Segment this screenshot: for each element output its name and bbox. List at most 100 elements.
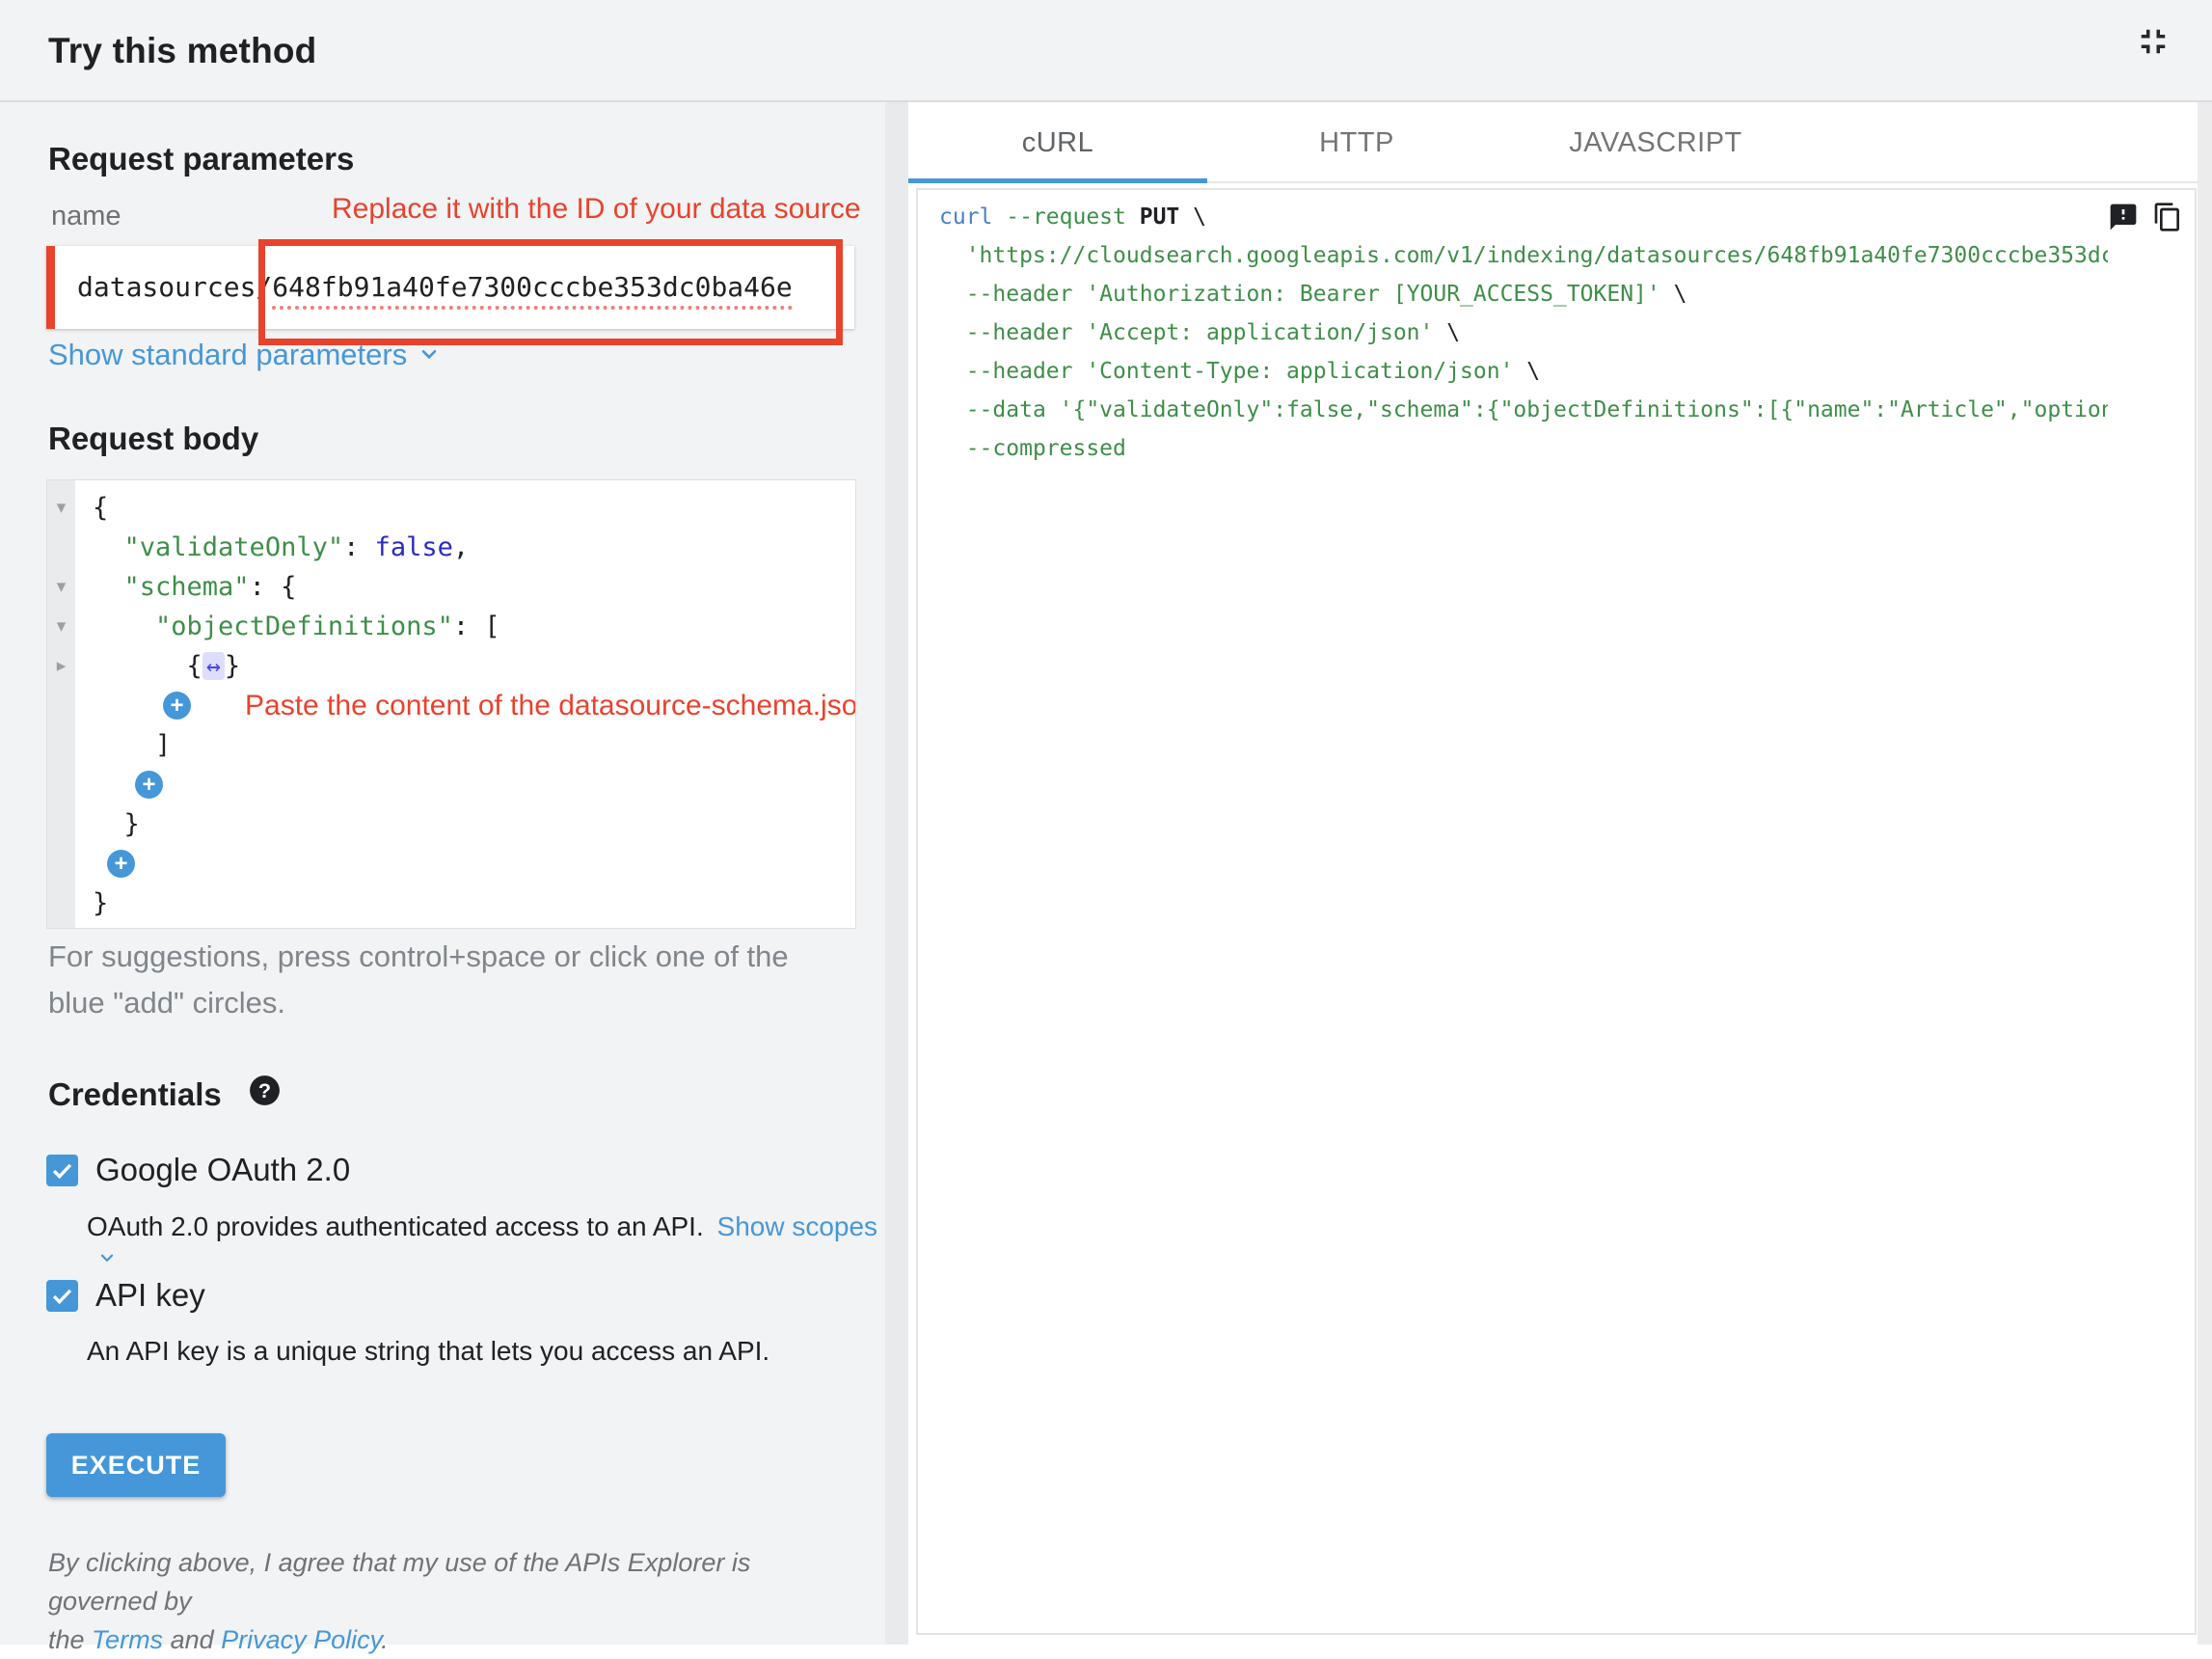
execute-button[interactable]: EXECUTE [46, 1433, 226, 1497]
editor-line-content: ] [75, 730, 171, 760]
tab-http[interactable]: HTTP [1207, 102, 1506, 183]
editor-line: "validateOnly": false, [47, 528, 855, 567]
active-tab-indicator [908, 178, 1207, 183]
editor-line: + [47, 844, 855, 884]
editor-line: + [47, 765, 855, 804]
terms-text: By clicking above, I agree that my use o… [48, 1543, 849, 1659]
editor-line-content: + [75, 771, 163, 799]
editor-line: ▾{ [47, 488, 855, 528]
value-datasource-id: 648fb91a40fe7300cccbe353dc0ba46e [272, 271, 792, 310]
datasource-id-annotation: Replace it with the ID of your data sour… [332, 193, 861, 226]
terms-prefix: the [48, 1625, 92, 1654]
fold-closed-icon[interactable]: ▸ [47, 646, 75, 686]
code-toolbar [2108, 202, 2183, 232]
code-line: curl --request PUT \ [939, 198, 2108, 236]
fullscreen-exit-icon [2133, 50, 2173, 65]
panel-scrollbar[interactable] [885, 102, 908, 1645]
editor-line-content: { [75, 493, 108, 523]
credentials-heading: Credentials ? [48, 1073, 283, 1116]
oauth-label: Google OAuth 2.0 [95, 1152, 350, 1188]
api-key-description: An API key is a unique string that lets … [87, 1336, 769, 1367]
request-panel: Request parameters Replace it with the I… [0, 102, 908, 1645]
api-key-checkbox[interactable] [46, 1280, 78, 1312]
code-line: 'https://cloudsearch.googleapis.com/v1/i… [939, 236, 2108, 275]
show-standard-parameters-link[interactable]: Show standard parameters [48, 338, 442, 374]
dialog-title: Try this method [48, 31, 316, 71]
editor-line-content: {↔} [75, 651, 240, 681]
editor-hint: For suggestions, press control+space or … [48, 934, 789, 1026]
terms-line2: the Terms and Privacy Policy. [48, 1620, 849, 1659]
paste-schema-annotation: Paste the content of the datasource-sche… [245, 690, 856, 722]
add-circle-button[interactable]: + [163, 692, 191, 720]
json-editor-lines: ▾{ "validateOnly": false,▾ "schema": {▾ … [47, 488, 855, 923]
code-line: --header 'Accept: application/json' \ [939, 313, 2108, 352]
help-icon[interactable]: ? [247, 1073, 283, 1116]
tab-javascript[interactable]: JAVASCRIPT [1506, 102, 1805, 183]
editor-line-content: "schema": { [75, 572, 296, 602]
editor-line: ▾ "schema": { [47, 567, 855, 607]
feedback-icon [2108, 221, 2139, 235]
name-parameter-input[interactable]: datasources/648fb91a40fe7300cccbe353dc0b… [46, 246, 854, 329]
editor-line-content: "validateOnly": false, [75, 532, 469, 562]
editor-line: ▸ {↔} [47, 646, 855, 686]
checkmark-icon [49, 1157, 75, 1183]
tab-bar: cURLHTTPJAVASCRIPT [908, 102, 2212, 183]
tab-curl[interactable]: cURL [908, 102, 1207, 183]
fold-open-icon[interactable]: ▾ [47, 567, 75, 607]
fold-open-icon[interactable]: ▾ [47, 488, 75, 528]
name-parameter-label: name [51, 201, 121, 232]
credentials-heading-label: Credentials [48, 1076, 222, 1113]
copy-button[interactable] [2152, 202, 2183, 232]
editor-line-content: + Paste the content of the datasource-sch… [75, 690, 856, 722]
add-circle-button[interactable]: + [135, 771, 163, 799]
editor-line: } [47, 884, 855, 923]
editor-line: } [47, 804, 855, 844]
editor-line-content: } [75, 809, 140, 839]
code-line: --compressed [939, 429, 2108, 468]
page-scrollbar[interactable] [2198, 102, 2212, 1645]
chevron-down-icon [96, 1244, 118, 1275]
editor-line: + Paste the content of the datasource-sch… [47, 686, 855, 725]
terms-suffix: . [381, 1625, 389, 1654]
oauth-credential-row: Google OAuth 2.0 [46, 1152, 350, 1188]
dialog-header: Try this method [0, 0, 2212, 102]
terms-line1: By clicking above, I agree that my use o… [48, 1543, 849, 1620]
code-line: --header 'Content-Type: application/json… [939, 352, 2108, 391]
input-error-bar [46, 246, 55, 329]
editor-line-content: + [75, 850, 135, 878]
fold-open-icon[interactable]: ▾ [47, 607, 75, 646]
oauth-checkbox[interactable] [46, 1155, 78, 1186]
editor-hint-line2: blue "add" circles. [48, 980, 789, 1026]
feedback-button[interactable] [2108, 202, 2139, 232]
add-circle-button[interactable]: + [107, 850, 135, 878]
svg-text:?: ? [258, 1078, 271, 1102]
show-scopes-label: Show scopes [717, 1211, 878, 1241]
terms-link[interactable]: Terms [92, 1625, 163, 1654]
editor-line-content: "objectDefinitions": [ [75, 612, 500, 641]
code-line: --data '{"validateOnly":false,"schema":{… [939, 391, 2108, 429]
editor-line-content: } [75, 888, 108, 918]
curl-code: curl --request PUT \ 'https://cloudsearc… [939, 198, 2108, 468]
oauth-description-text: OAuth 2.0 provides authenticated access … [87, 1211, 704, 1241]
editor-line: ▾ "objectDefinitions": [ [47, 607, 855, 646]
oauth-description: OAuth 2.0 provides authenticated access … [87, 1211, 908, 1275]
code-line: --header 'Authorization: Bearer [YOUR_AC… [939, 275, 2108, 313]
apis-explorer-try-method: { "header": { "title": "Try this method"… [0, 0, 2212, 1645]
request-parameters-heading: Request parameters [48, 141, 354, 177]
request-body-heading: Request body [48, 421, 258, 457]
json-body-editor[interactable]: ▾{ "validateOnly": false,▾ "schema": {▾ … [46, 479, 856, 929]
name-parameter-value: datasources/648fb91a40fe7300cccbe353dc0b… [77, 246, 793, 329]
show-standard-parameters-label: Show standard parameters [48, 338, 407, 371]
fullscreen-exit-button[interactable] [2133, 21, 2173, 62]
editor-hint-line1: For suggestions, press control+space or … [48, 934, 789, 980]
code-sample-panel: cURLHTTPJAVASCRIPT curl --request PUT \ … [908, 102, 2212, 1645]
api-key-credential-row: API key [46, 1277, 205, 1314]
api-key-label: API key [95, 1277, 205, 1314]
value-prefix: datasources/ [77, 271, 272, 303]
editor-line: ] [47, 725, 855, 765]
copy-icon [2152, 221, 2183, 235]
chevron-down-icon [417, 340, 442, 374]
curl-code-box: curl --request PUT \ 'https://cloudsearc… [916, 188, 2197, 1635]
privacy-policy-link[interactable]: Privacy Policy [221, 1625, 381, 1654]
checkmark-icon [49, 1283, 75, 1309]
